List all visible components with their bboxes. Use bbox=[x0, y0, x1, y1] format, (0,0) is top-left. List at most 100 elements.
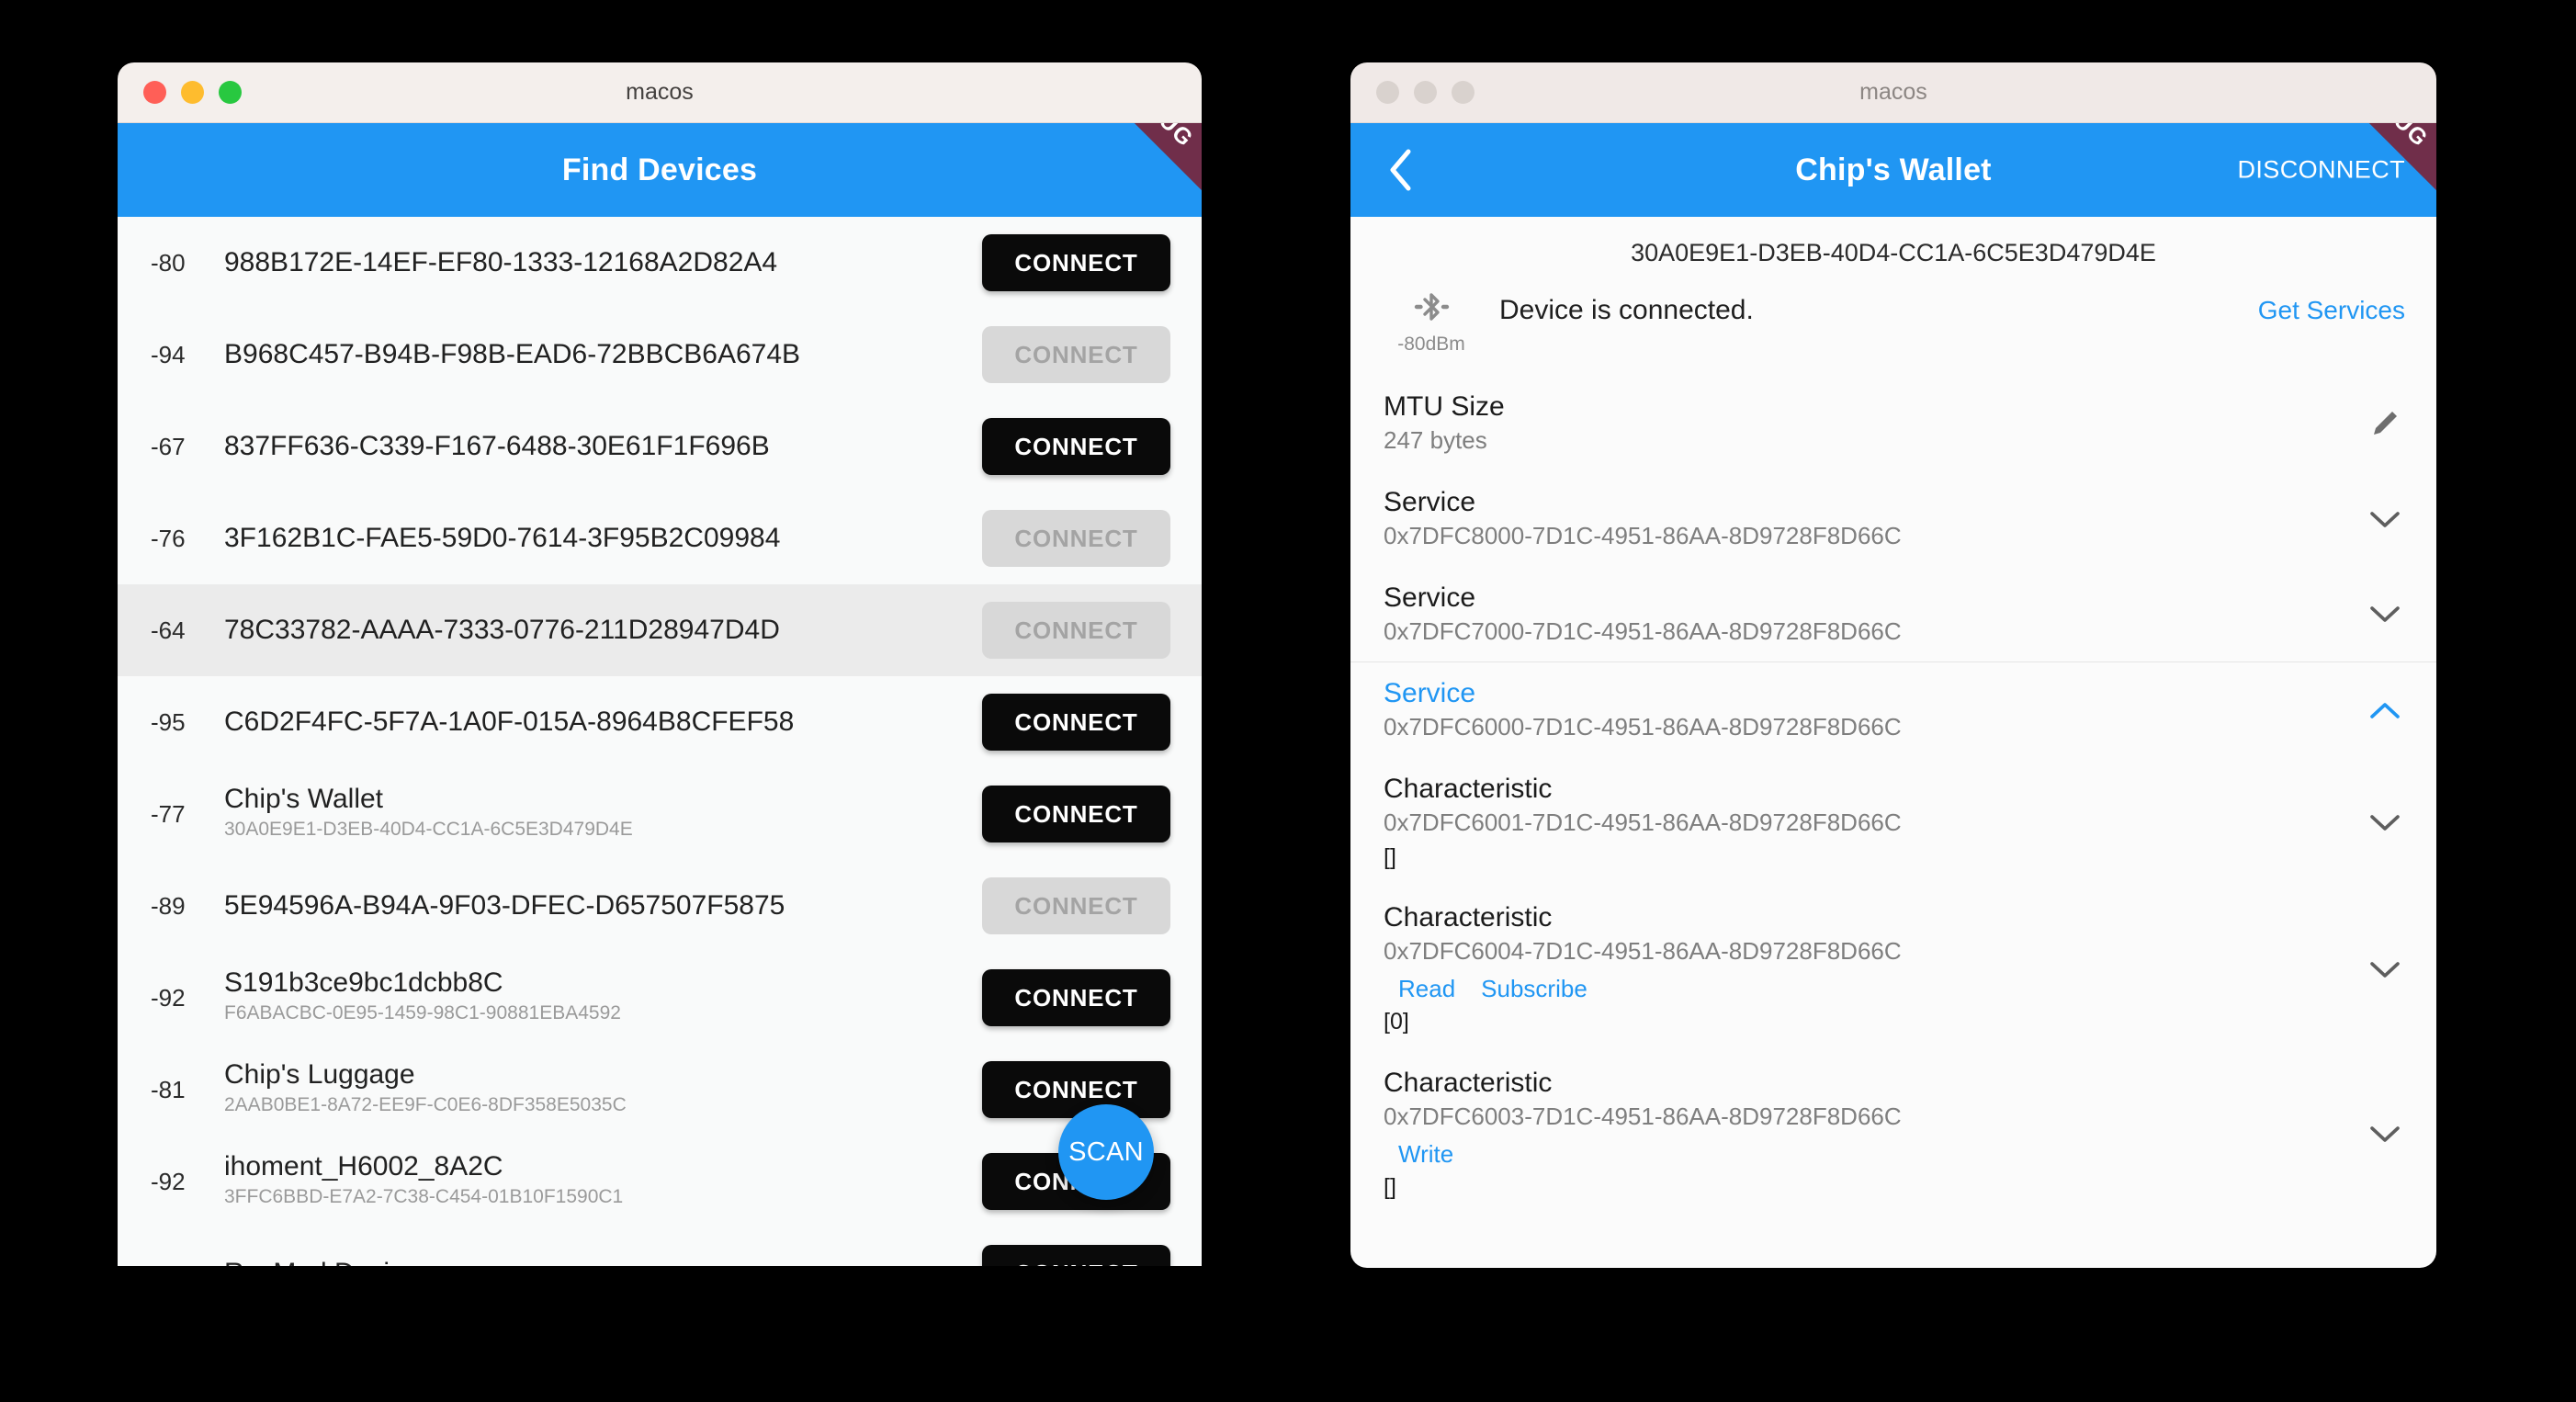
page-title: Find Devices bbox=[561, 152, 758, 187]
device-row[interactable]: -81 Chip's Luggage 2AAB0BE1-8A72-EE9F-C0E6… bbox=[118, 1044, 1202, 1136]
mtu-size-value: 247 bytes bbox=[1384, 426, 1487, 454]
chevron-up-icon[interactable] bbox=[2354, 700, 2405, 720]
device-name: B968C457-B94B-F98B-EAD6-72BBCB6A674B bbox=[224, 339, 801, 370]
chevron-down-icon[interactable] bbox=[2354, 812, 2405, 832]
chevron-down-icon[interactable] bbox=[2354, 509, 2405, 529]
characteristic-label: Characteristic bbox=[1384, 902, 1553, 933]
device-row[interactable]: -89 5E94596A-B94A-9F03-DFEC-D657507F5875 C… bbox=[118, 860, 1202, 952]
right-window-title: macos bbox=[1859, 79, 1927, 105]
screenshot-canvas: macos Find Devices DEBUG -80 988B172E-14E… bbox=[0, 0, 2576, 1402]
device-uuid: 3FFC6BBD-E7A2-7C38-C454-01B10F1590C1 bbox=[224, 1186, 624, 1208]
device-name: S191b3ce9bc1dcbb8C bbox=[224, 967, 503, 999]
device-name: C6D2F4FC-5F7A-1A0F-015A-8964B8CFEF58 bbox=[224, 707, 795, 738]
device-row[interactable]: ResMed DeviceCONNECT bbox=[118, 1227, 1202, 1266]
device-detail-body[interactable]: 30A0E9E1-D3EB-40D4-CC1A-6C5E3D479D4E -80… bbox=[1350, 217, 2436, 1268]
close-button[interactable] bbox=[143, 81, 166, 104]
write-action[interactable]: Write bbox=[1398, 1140, 1453, 1169]
left-window-title: macos bbox=[626, 79, 694, 105]
scan-button[interactable]: SCAN bbox=[1058, 1104, 1154, 1200]
connect-button[interactable]: CONNECT bbox=[982, 1061, 1170, 1118]
minimize-button[interactable] bbox=[181, 81, 204, 104]
characteristic-row[interactable]: Characteristic 0x7DFC6001-7D1C-4951-86AA-… bbox=[1350, 758, 2436, 887]
detail-page-title: Chip's Wallet bbox=[1795, 152, 1992, 187]
device-row[interactable]: -67 837FF636-C339-F167-6488-30E61F1F696B C… bbox=[118, 401, 1202, 492]
entry-uuid: 0x7DFC6000-7D1C-4951-86AA-8D9728F8D66C bbox=[1384, 713, 1902, 741]
service-row[interactable]: Service 0x7DFC6000-7D1C-4951-86AA-8D9728F… bbox=[1350, 662, 2436, 758]
device-row[interactable]: -76 3F162B1C-FAE5-59D0-7614-3F95B2C09984 C… bbox=[118, 492, 1202, 584]
back-chevron-icon[interactable] bbox=[1382, 146, 1418, 194]
device-info: Chip's Luggage 2AAB0BE1-8A72-EE9F-C0E6-8D… bbox=[219, 1059, 982, 1119]
device-name: Chip's Luggage bbox=[224, 1059, 415, 1091]
subscribe-action[interactable]: Subscribe bbox=[1481, 975, 1587, 1003]
find-devices-window: macos Find Devices DEBUG -80 988B172E-14E… bbox=[118, 62, 1202, 1266]
left-window-titlebar[interactable]: macos bbox=[118, 62, 1202, 123]
device-info: 988B172E-14EF-EF80-1333-12168A2D82A4 bbox=[219, 247, 982, 278]
device-uuid: F6ABACBC-0E95-1459-98C1-90881EBA4592 bbox=[224, 1002, 621, 1024]
right-appbar: Chip's Wallet DISCONNECT DEBUG bbox=[1350, 123, 2436, 217]
entry-labels: Service 0x7DFC8000-7D1C-4951-86AA-8D9728F… bbox=[1384, 486, 2354, 552]
device-info: ihoment_H6002_8A2C 3FFC6BBD-E7A2-7C38-C45… bbox=[219, 1151, 982, 1211]
service-label: Service bbox=[1384, 582, 1476, 613]
chevron-down-icon[interactable] bbox=[2354, 959, 2405, 979]
device-row[interactable]: -95 C6D2F4FC-5F7A-1A0F-015A-8964B8CFEF58 C… bbox=[118, 676, 1202, 768]
zoom-button[interactable] bbox=[219, 81, 242, 104]
chevron-down-icon[interactable] bbox=[2354, 604, 2405, 624]
edit-mtu-icon[interactable] bbox=[2354, 408, 2405, 439]
service-row[interactable]: Service 0x7DFC7000-7D1C-4951-86AA-8D9728F… bbox=[1350, 567, 2436, 662]
connect-button[interactable]: CONNECT bbox=[982, 786, 1170, 842]
device-rssi: -77 bbox=[151, 799, 186, 828]
characteristic-label: Characteristic bbox=[1384, 774, 1553, 805]
debug-ribbon-label: DEBUG bbox=[1116, 123, 1199, 153]
traffic-lights-inactive bbox=[1376, 81, 1474, 104]
device-row[interactable]: -80 988B172E-14EF-EF80-1333-12168A2D82A4 C… bbox=[118, 217, 1202, 309]
device-uuid: 2AAB0BE1-8A72-EE9F-C0E6-8DF358E5035C bbox=[224, 1094, 627, 1116]
characteristic-actions: Read Subscribe bbox=[1384, 975, 2354, 1003]
minimize-button[interactable] bbox=[1414, 81, 1437, 104]
device-row[interactable]: -94 B968C457-B94B-F98B-EAD6-72BBCB6A674B C… bbox=[118, 309, 1202, 401]
get-services-button[interactable]: Get Services bbox=[2258, 296, 2405, 347]
device-rssi: -92 bbox=[151, 983, 186, 1012]
characteristic-value: [0] bbox=[1384, 1009, 1409, 1035]
device-rssi: -81 bbox=[151, 1075, 186, 1103]
connect-button[interactable]: CONNECT bbox=[982, 234, 1170, 291]
service-row[interactable]: Service 0x7DFC8000-7D1C-4951-86AA-8D9728F… bbox=[1350, 471, 2436, 567]
zoom-button[interactable] bbox=[1452, 81, 1474, 104]
device-info: B968C457-B94B-F98B-EAD6-72BBCB6A674B bbox=[219, 339, 982, 370]
device-rssi: -94 bbox=[151, 340, 186, 368]
connect-button: CONNECT bbox=[982, 326, 1170, 383]
connection-status-row: -80dBm Device is connected. Get Services bbox=[1350, 277, 2436, 376]
device-rssi: -76 bbox=[151, 524, 186, 552]
connect-button[interactable]: CONNECT bbox=[982, 1245, 1170, 1266]
device-info: ResMed Device bbox=[219, 1258, 982, 1266]
entry-uuid: 0x7DFC6001-7D1C-4951-86AA-8D9728F8D66C bbox=[1384, 808, 1902, 837]
characteristic-row[interactable]: Characteristic 0x7DFC6004-7D1C-4951-86AA-… bbox=[1350, 887, 2436, 1051]
device-rssi: -67 bbox=[151, 432, 186, 460]
connect-button[interactable]: CONNECT bbox=[982, 694, 1170, 751]
characteristic-row[interactable]: Characteristic 0x7DFC6003-7D1C-4951-86AA-… bbox=[1350, 1052, 2436, 1216]
mtu-size-row[interactable]: MTU Size 247 bytes bbox=[1350, 376, 2436, 471]
connect-button[interactable]: CONNECT bbox=[982, 969, 1170, 1026]
disconnect-button[interactable]: DISCONNECT bbox=[2237, 156, 2405, 185]
entry-labels: Service 0x7DFC6000-7D1C-4951-86AA-8D9728F… bbox=[1384, 677, 2354, 743]
entry-labels: Service 0x7DFC7000-7D1C-4951-86AA-8D9728F… bbox=[1384, 582, 2354, 648]
connect-button[interactable]: CONNECT bbox=[982, 418, 1170, 475]
read-action[interactable]: Read bbox=[1398, 975, 1455, 1003]
device-rssi: -92 bbox=[151, 1167, 186, 1195]
device-name: ihoment_H6002_8A2C bbox=[224, 1151, 503, 1182]
chevron-down-icon[interactable] bbox=[2354, 1124, 2405, 1144]
device-row[interactable]: -77 Chip's Wallet 30A0E9E1-D3EB-40D4-CC1A-… bbox=[118, 768, 1202, 860]
device-name: 5E94596A-B94A-9F03-DFEC-D657507F5875 bbox=[224, 890, 785, 921]
close-button[interactable] bbox=[1376, 81, 1399, 104]
device-row[interactable]: -64 78C33782-AAAA-7333-0776-211D28947D4D C… bbox=[118, 584, 1202, 676]
entry-labels: Characteristic 0x7DFC6003-7D1C-4951-86AA-… bbox=[1384, 1067, 2354, 1202]
device-list[interactable]: -80 988B172E-14EF-EF80-1333-12168A2D82A4 C… bbox=[118, 217, 1202, 1266]
device-rssi: -89 bbox=[151, 891, 186, 920]
device-row[interactable]: -92 S191b3ce9bc1dcbb8C F6ABACBC-0E95-1459-… bbox=[118, 952, 1202, 1044]
device-name: Chip's Wallet bbox=[224, 784, 383, 815]
device-row[interactable]: -92 ihoment_H6002_8A2C 3FFC6BBD-E7A2-7C38-… bbox=[118, 1136, 1202, 1227]
right-window-titlebar[interactable]: macos bbox=[1350, 62, 2436, 123]
characteristic-value: [] bbox=[1384, 843, 1396, 870]
device-info: 3F162B1C-FAE5-59D0-7614-3F95B2C09984 bbox=[219, 523, 982, 554]
device-rssi: -80 bbox=[151, 248, 186, 277]
service-label: Service bbox=[1384, 678, 1476, 709]
